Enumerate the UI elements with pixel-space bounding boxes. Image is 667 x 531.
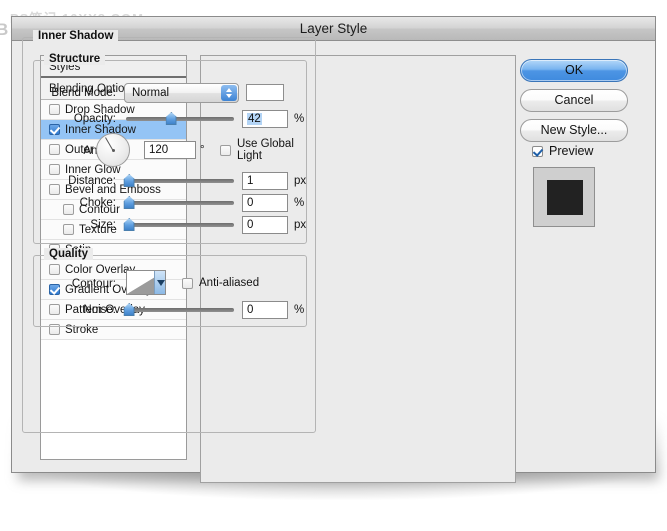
shadow-color-swatch[interactable] (246, 84, 284, 101)
chevron-updown-icon (221, 85, 237, 101)
opacity-slider-thumb[interactable] (165, 112, 177, 125)
choke-slider[interactable] (123, 193, 234, 213)
contour-label: Contour: (71, 278, 116, 290)
layer-preview-shape (547, 180, 583, 215)
distance-label-box: Distance: (30, 171, 120, 191)
use-global-light-row[interactable]: Use Global Light (220, 138, 306, 162)
choke-value: 0 (247, 197, 254, 209)
contour-preset-picker[interactable] (126, 270, 166, 295)
ok-button[interactable]: OK (520, 59, 628, 82)
noise-input[interactable]: 0 (242, 301, 288, 319)
new-style-button[interactable]: New Style... (520, 119, 628, 142)
anti-aliased-checkbox[interactable] (182, 277, 193, 289)
choke-label-box: Choke: (30, 193, 120, 213)
size-label: Size: (90, 219, 116, 231)
opacity-label: Opacity: (73, 113, 116, 125)
noise-slider-thumb[interactable] (123, 303, 135, 316)
noise-slider-track (126, 308, 234, 312)
size-slider-track (126, 223, 234, 227)
anti-aliased-row[interactable]: Anti-aliased (182, 274, 259, 292)
angle-dial[interactable] (96, 133, 130, 167)
noise-unit: % (294, 304, 305, 316)
layer-preview-thumbnail (533, 167, 595, 227)
angle-value: 120 (149, 144, 169, 156)
layer-style-dialog: Layer Style Styles Blending Options: Def… (11, 16, 656, 483)
blend-mode-label-box: Blend Mode: (30, 83, 120, 103)
preview-row[interactable]: Preview (532, 144, 593, 158)
inner-shadow-legend: Inner Shadow (33, 30, 119, 42)
blend-mode-value: Normal (132, 87, 170, 99)
size-input[interactable]: 0 (242, 216, 288, 234)
dialog-title: Layer Style (299, 21, 368, 36)
distance-input[interactable]: 1 (242, 172, 288, 190)
size-value: 0 (247, 219, 254, 231)
blend-mode-label: Blend Mode: (51, 87, 116, 99)
noise-slider[interactable] (123, 300, 234, 320)
size-slider-thumb[interactable] (123, 218, 135, 231)
blend-mode-select[interactable]: Normal (124, 83, 239, 103)
preview-label: Preview (549, 144, 594, 158)
choke-slider-track (126, 201, 234, 205)
quality-legend: Quality (44, 248, 93, 260)
size-unit: px (294, 219, 307, 231)
contour-label-box: Contour: (30, 274, 120, 294)
distance-slider-thumb[interactable] (123, 174, 135, 187)
distance-slider[interactable] (123, 171, 234, 191)
distance-value: 1 (247, 175, 254, 187)
quality-group: Quality Contour: Anti-aliased Noise: 0 % (30, 248, 307, 327)
inner-shadow-group: Inner Shadow Structure Blend Mode: Norma… (22, 30, 316, 433)
use-global-light-checkbox[interactable] (220, 144, 231, 156)
opacity-input[interactable]: 42 (242, 110, 288, 128)
noise-label-box: Noise: (30, 300, 120, 320)
choke-unit: % (294, 197, 305, 209)
size-label-box: Size: (30, 215, 120, 235)
angle-unit: ° (200, 144, 205, 156)
choke-label: Choke: (79, 197, 116, 209)
screenshot-root: PS笔记.16XX8.COM BS. 16XX8. COM Layer Styl… (0, 0, 667, 531)
structure-group: Structure Blend Mode: Normal Opacity: 42… (30, 53, 307, 244)
chevron-down-icon[interactable] (154, 271, 165, 294)
preview-checkbox[interactable] (532, 145, 543, 157)
noise-label: Noise: (83, 304, 116, 316)
use-global-light-label: Use Global Light (237, 138, 294, 162)
choke-input[interactable]: 0 (242, 194, 288, 212)
distance-unit: px (294, 175, 307, 187)
choke-slider-thumb[interactable] (123, 196, 135, 209)
noise-value: 0 (247, 304, 254, 316)
opacity-slider-track (126, 117, 234, 121)
angle-input[interactable]: 120 (144, 141, 196, 159)
cancel-button[interactable]: Cancel (520, 89, 628, 112)
opacity-value: 42 (247, 113, 262, 125)
opacity-unit: % (294, 113, 305, 125)
opacity-label-box: Opacity: (30, 109, 120, 129)
opacity-slider[interactable] (126, 109, 234, 129)
distance-label: Distance: (68, 175, 116, 187)
size-slider[interactable] (123, 215, 234, 235)
angle-dial-hub (111, 148, 115, 152)
anti-aliased-label: Anti-aliased (199, 277, 260, 289)
distance-slider-track (126, 179, 234, 183)
structure-legend: Structure (44, 53, 106, 65)
